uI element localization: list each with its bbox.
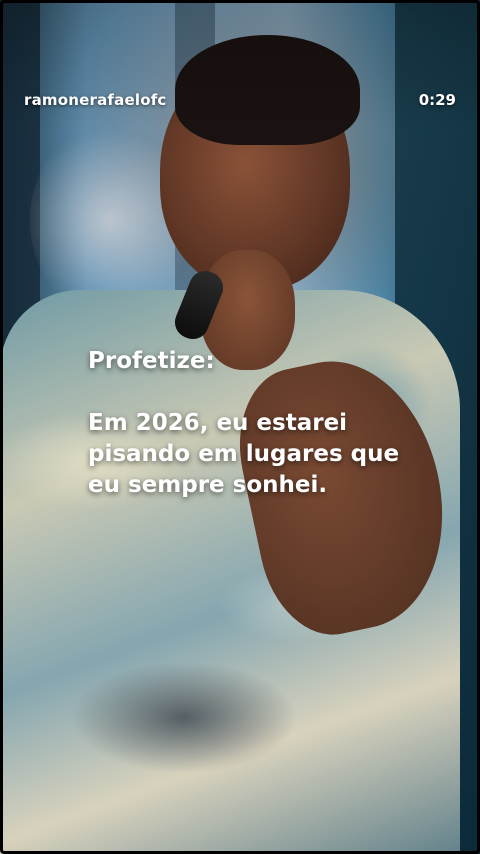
video-player[interactable]: ramonerafaelofc 0:29 Profetize: Em 2026,… (0, 0, 480, 854)
caption-text: Profetize: Em 2026, eu estarei pisando e… (88, 346, 428, 501)
channel-username[interactable]: ramonerafaelofc (24, 91, 167, 109)
caption-line-4: eu sempre sonhei. (88, 472, 328, 498)
video-timestamp: 0:29 (418, 91, 456, 109)
top-overlay (0, 0, 480, 130)
caption-line-3: pisando em lugares que (88, 441, 400, 467)
caption-line-1: Profetize: (88, 348, 215, 374)
caption-line-2: Em 2026, eu estarei (88, 410, 348, 436)
